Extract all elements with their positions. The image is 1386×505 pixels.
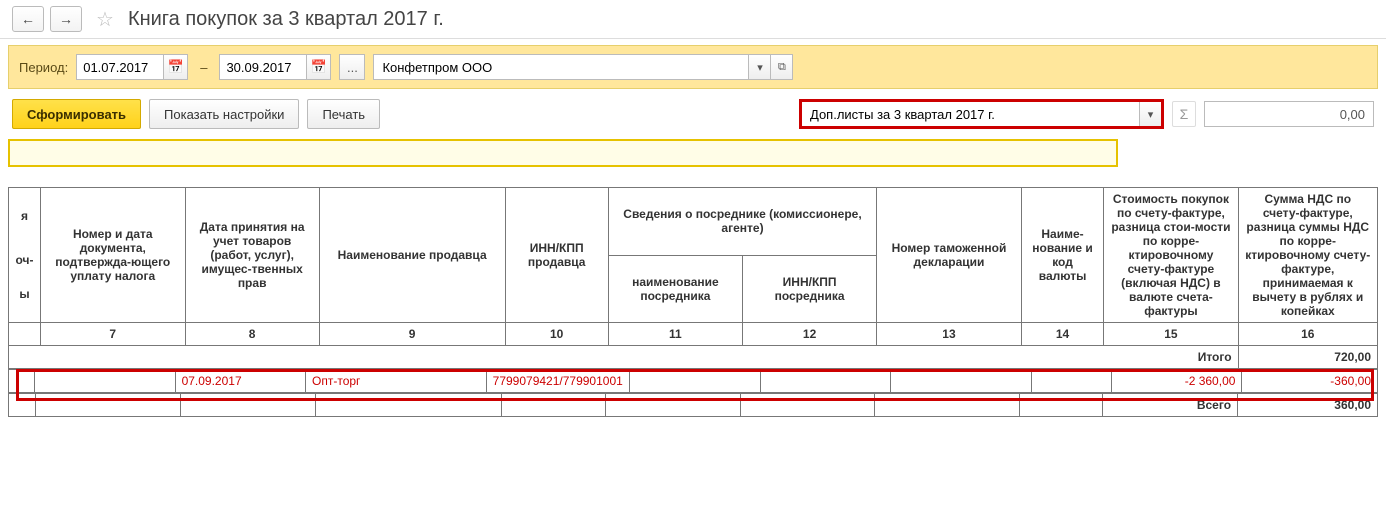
column-header-9: Наименование продавца xyxy=(319,188,505,323)
ellipsis-icon: ... xyxy=(347,60,358,75)
column-number-12: 12 xyxy=(743,323,877,346)
column-number-16: 16 xyxy=(1238,323,1377,346)
show-settings-button[interactable]: Показать настройки xyxy=(149,99,299,129)
column-header-intermediary: Сведения о посреднике (комиссионере, аге… xyxy=(608,188,876,256)
calendar-icon[interactable]: 📅 xyxy=(163,55,187,79)
cell-12 xyxy=(760,370,890,393)
column-header-fragment: я оч- ы xyxy=(9,188,41,323)
itogo-value: 720,00 xyxy=(1238,346,1377,369)
print-button[interactable]: Печать xyxy=(307,99,380,129)
period-label: Период: xyxy=(19,60,68,75)
forward-button[interactable]: → xyxy=(50,6,82,32)
column-number-11: 11 xyxy=(608,323,742,346)
popout-icon[interactable]: ⧉ xyxy=(770,55,792,79)
itogo-row: Итого 720,00 xyxy=(9,346,1378,369)
cell-frag xyxy=(9,370,35,393)
column-header-12: ИНН/КПП посредника xyxy=(743,255,877,323)
cell-13 xyxy=(891,370,1031,393)
report-highlight-strip xyxy=(8,139,1118,167)
column-header-7: Номер и дата документа, подтвержда-ющего… xyxy=(41,188,186,323)
column-header-8: Дата принятия на учет товаров (работ, ус… xyxy=(185,188,319,323)
purchases-table-data: 07.09.2017 Опт-торг 7799079421/779901001… xyxy=(8,369,1378,393)
chevron-down-icon[interactable]: ▾ xyxy=(1139,102,1161,126)
table-row[interactable]: 07.09.2017 Опт-торг 7799079421/779901001… xyxy=(9,370,1378,393)
vsego-label: Всего xyxy=(1103,394,1238,417)
period-picker-button[interactable]: ... xyxy=(339,54,365,80)
additional-sheets-input[interactable] xyxy=(802,102,1139,126)
column-number-7: 7 xyxy=(41,323,186,346)
cell-15: -2 360,00 xyxy=(1111,370,1241,393)
date-to-field[interactable]: 📅 xyxy=(219,54,331,80)
column-header-10: ИНН/КПП продавца xyxy=(505,188,608,323)
page-title: Книга покупок за 3 квартал 2017 г. xyxy=(128,8,444,31)
column-number-15: 15 xyxy=(1104,323,1238,346)
vsego-value: 360,00 xyxy=(1238,394,1378,417)
cell-9: Опт-торг xyxy=(306,370,487,393)
back-button[interactable]: ← xyxy=(12,6,44,32)
chevron-down-icon[interactable]: ▾ xyxy=(748,55,770,79)
sum-readout: 0,00 xyxy=(1204,101,1374,127)
column-number-9: 9 xyxy=(319,323,505,346)
column-number-14: 14 xyxy=(1021,323,1104,346)
column-number-13: 13 xyxy=(877,323,1022,346)
cell-11 xyxy=(630,370,760,393)
calendar-icon[interactable]: 📅 xyxy=(306,55,330,79)
date-to-input[interactable] xyxy=(220,55,306,79)
sigma-icon: Σ xyxy=(1172,101,1196,127)
date-from-field[interactable]: 📅 xyxy=(76,54,188,80)
organization-select[interactable]: ▾ ⧉ xyxy=(373,54,793,80)
column-header-13: Номер таможенной декларации xyxy=(877,188,1022,323)
date-from-input[interactable] xyxy=(77,55,163,79)
purchases-table: я оч- ы Номер и дата документа, подтверж… xyxy=(8,187,1378,369)
column-header-15: Стоимость покупок по счету-фактуре, разн… xyxy=(1104,188,1238,323)
cell-14 xyxy=(1031,370,1111,393)
organization-input[interactable] xyxy=(374,55,748,79)
column-number-10: 10 xyxy=(505,323,608,346)
period-bar: Период: 📅 – 📅 ... ▾ ⧉ xyxy=(8,45,1378,89)
star-icon[interactable]: ☆ xyxy=(96,7,114,32)
column-header-11: наименование посредника xyxy=(608,255,742,323)
itogo-label: Итого xyxy=(9,346,1239,369)
generate-button[interactable]: Сформировать xyxy=(12,99,141,129)
cell-10: 7799079421/779901001 xyxy=(486,370,630,393)
column-number-8: 8 xyxy=(185,323,319,346)
additional-sheets-select[interactable]: ▾ xyxy=(799,99,1164,129)
column-header-14: Наиме-нование и код валюты xyxy=(1021,188,1104,323)
vsego-row: Всего 360,00 xyxy=(9,394,1378,417)
arrow-right-icon: → xyxy=(59,11,73,27)
period-dash: – xyxy=(196,60,211,75)
cell-16: -360,00 xyxy=(1242,370,1378,393)
column-number-blank xyxy=(9,323,41,346)
cell-8: 07.09.2017 xyxy=(175,370,305,393)
cell-7 xyxy=(35,370,175,393)
column-header-16: Сумма НДС по счету-фактуре, разница сумм… xyxy=(1238,188,1377,323)
purchases-table-footer: Всего 360,00 xyxy=(8,393,1378,417)
arrow-left-icon: ← xyxy=(21,11,35,27)
